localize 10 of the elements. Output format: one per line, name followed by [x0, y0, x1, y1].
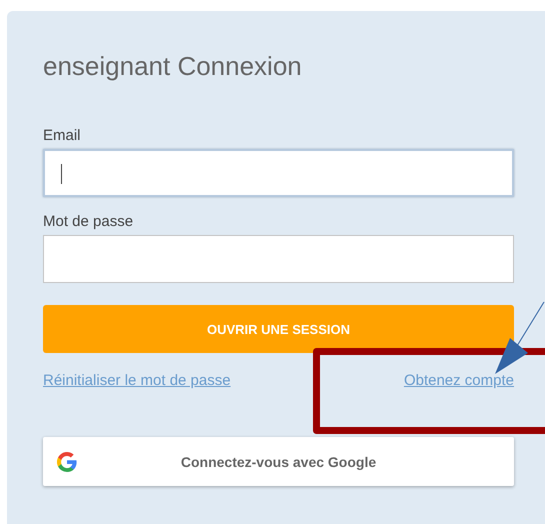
link[interactable]: Réinitialiser le mot de passe	[43, 371, 231, 391]
field-label: Email	[43, 128, 81, 144]
google-signin-button[interactable]: Connectez-vous avec Google	[43, 437, 514, 486]
login-button[interactable]: OUVRIR UNE SESSION	[43, 305, 514, 353]
input-field[interactable]	[43, 235, 514, 283]
link[interactable]: Obtenez compte	[404, 371, 514, 391]
input-field[interactable]	[43, 149, 514, 197]
field-label: Mot de passe	[43, 214, 134, 230]
google-icon	[57, 452, 77, 472]
page-title: enseignant Connexion	[43, 51, 303, 81]
